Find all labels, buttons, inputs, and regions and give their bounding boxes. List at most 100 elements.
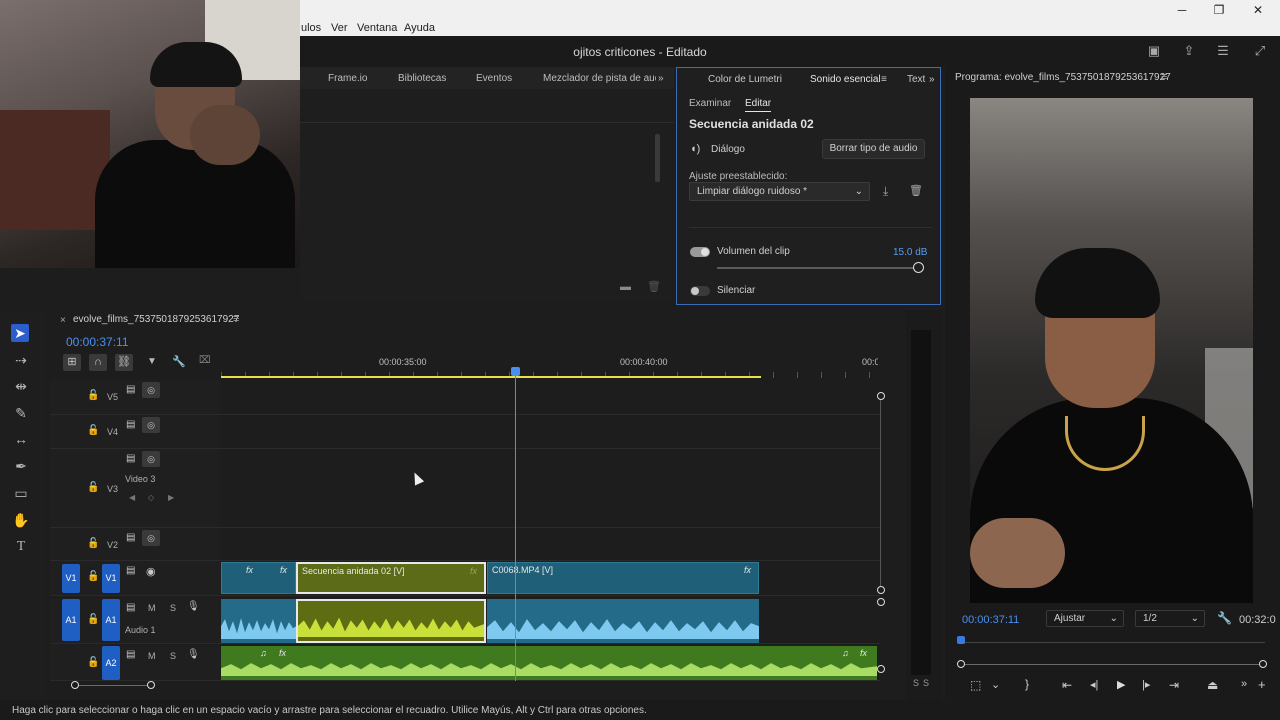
solo-right[interactable]: S (923, 678, 929, 688)
fit-select[interactable]: Ajustar ⌄ (1046, 610, 1124, 627)
razor-tool-icon[interactable]: ✎ (12, 404, 30, 422)
share-icon[interactable]: ⇪ (1181, 44, 1197, 58)
minimize-icon[interactable]: ─ (1174, 2, 1190, 18)
track-select-tool-icon[interactable]: ⇢ (12, 351, 30, 369)
source-patch-v1[interactable]: V1 (62, 564, 80, 593)
ripple-edit-tool-icon[interactable]: ⇹ (12, 377, 30, 395)
zoom-handle-right[interactable] (147, 681, 155, 689)
clip-c0068[interactable]: C0068.MP4 [V] fx (487, 562, 759, 594)
clip-volume-value[interactable]: 15.0 dB (893, 247, 927, 258)
sync-lock-icon[interactable]: ▤ (126, 419, 135, 430)
playhead-handle[interactable] (511, 367, 520, 376)
prev-keyframe-icon[interactable]: ◀ (129, 493, 135, 502)
menu-window[interactable]: Ventana (357, 22, 397, 34)
captions-icon[interactable]: ⌧ (199, 355, 211, 366)
slip-tool-icon[interactable]: ↔ (12, 430, 30, 448)
step-back-icon[interactable]: ◂| (1090, 678, 1098, 691)
more-tabs-icon[interactable]: » (929, 74, 935, 85)
zoom-handle-left[interactable] (957, 660, 965, 668)
rectangle-tool-icon[interactable]: ▭ (12, 484, 30, 502)
timeline-timecode[interactable]: 00:00:37:11 (66, 335, 129, 349)
tab-frameio[interactable]: Frame.io (328, 73, 367, 84)
tab-events[interactable]: Eventos (476, 73, 512, 84)
go-to-out-icon[interactable]: ⇥ (1169, 678, 1179, 692)
go-to-in-icon[interactable]: ⇤ (1062, 678, 1072, 692)
eye-hidden-icon[interactable]: ◎ (142, 417, 160, 433)
eye-hidden-icon[interactable]: ◎ (142, 382, 160, 398)
chevron-down-icon[interactable]: ⌄ (991, 678, 1000, 691)
track-label-a1[interactable]: A1 (102, 599, 120, 641)
nest-icon[interactable]: ⊞ (63, 354, 81, 371)
clip-c0068-audio[interactable] (487, 599, 759, 643)
mute-track-button[interactable]: M (148, 603, 156, 613)
close-tab-icon[interactable]: × (60, 315, 66, 326)
horizontal-zoom-bar[interactable] (75, 685, 151, 686)
pen-tool-icon[interactable]: ✒ (12, 457, 30, 475)
clip-volume-slider[interactable] (717, 267, 917, 269)
clip-volume-slider-handle[interactable] (913, 262, 924, 273)
work-area-bar[interactable] (221, 376, 761, 378)
sync-lock-icon[interactable]: ▤ (126, 602, 135, 613)
lock-icon[interactable]: 🔓 (87, 482, 99, 493)
tab-libraries[interactable]: Bibliotecas (398, 73, 446, 84)
track-label-v1[interactable]: V1 (102, 564, 120, 593)
clip-volume-toggle[interactable] (690, 247, 710, 257)
tab-audio-mixer[interactable]: Mezclador de pista de audio (543, 73, 656, 84)
workspaces-icon[interactable]: ☰ (1215, 44, 1231, 58)
zoom-handle-right[interactable] (1259, 660, 1267, 668)
track-label-a2[interactable]: A2 (102, 646, 120, 680)
zoom-bar[interactable] (961, 664, 1263, 665)
source-patch-a1[interactable]: A1 (62, 599, 80, 641)
linked-selection-icon[interactable]: ⛓ (115, 354, 133, 371)
clip-music[interactable]: ♫ fx ♫ fx (221, 646, 877, 680)
solo-track-button[interactable]: S (170, 651, 176, 661)
lock-icon[interactable]: 🔓 (87, 390, 99, 401)
eye-icon[interactable]: ◉ (146, 565, 156, 578)
wrench-icon[interactable]: 🔧 (1217, 611, 1232, 625)
panel-menu-icon[interactable]: ≡ (233, 313, 239, 325)
sync-lock-icon[interactable]: ▤ (126, 453, 135, 464)
mute-track-button[interactable]: M (148, 651, 156, 661)
trash-icon[interactable]: 🗑 (647, 280, 661, 293)
step-forward-icon[interactable]: |▸ (1142, 678, 1150, 691)
sync-lock-icon[interactable]: ▤ (126, 532, 135, 543)
selection-tool-icon[interactable]: ➤ (11, 324, 29, 342)
subtab-browse[interactable]: Examinar (689, 98, 731, 109)
vertical-scrollbar[interactable] (880, 396, 881, 586)
subtab-edit[interactable]: Editar (745, 98, 772, 112)
sync-lock-icon[interactable]: ▤ (126, 649, 135, 660)
playhead-marker[interactable] (957, 636, 965, 644)
safe-margins-icon[interactable]: ⬚ (970, 678, 981, 692)
tab-lumetri-color[interactable]: Color de Lumetri (708, 74, 782, 85)
lift-icon[interactable]: ⏏ (1207, 678, 1218, 692)
delete-preset-icon[interactable]: 🗑 (909, 184, 923, 197)
lock-icon[interactable]: 🔓 (87, 657, 99, 668)
clip-nested-sequence[interactable]: Secuencia anidada 02 [V] fx (296, 562, 486, 594)
scroll-handle-bottom[interactable] (877, 586, 885, 594)
wrench-icon[interactable]: 🔧 (172, 355, 186, 368)
more-tabs-icon[interactable]: » (658, 73, 664, 84)
tab-text[interactable]: Text (907, 74, 925, 85)
mark-out-icon[interactable]: } (1025, 677, 1029, 691)
menu-help[interactable]: Ayuda (404, 22, 435, 34)
eye-hidden-icon[interactable]: ◎ (142, 451, 160, 467)
clip-v1-a[interactable]: fx fx (221, 562, 296, 594)
lock-icon[interactable]: 🔓 (87, 538, 99, 549)
more-controls-icon[interactable]: » (1241, 678, 1247, 690)
panel-scrollbar[interactable] (655, 134, 660, 182)
track-name-v3[interactable]: Video 3 (125, 474, 155, 484)
zoom-handle-left[interactable] (71, 681, 79, 689)
menu-view[interactable]: Ver (331, 22, 348, 34)
snap-icon[interactable]: ∩ (89, 354, 107, 371)
sequence-tab[interactable]: evolve_films_7537501879253617927 (73, 314, 239, 325)
menu-titles[interactable]: ulos (301, 22, 321, 34)
play-icon[interactable]: ▶ (1117, 678, 1125, 691)
microphone-icon[interactable]: 🎙 (187, 649, 200, 660)
add-marker-icon[interactable]: ▼ (147, 356, 157, 367)
eye-hidden-icon[interactable]: ◎ (142, 530, 160, 546)
sync-lock-icon[interactable]: ▤ (126, 384, 135, 395)
type-tool-icon[interactable]: T (12, 538, 30, 556)
lock-icon[interactable]: 🔓 (87, 614, 99, 625)
solo-track-button[interactable]: S (170, 603, 176, 613)
fullscreen-icon[interactable]: ⤢ (1252, 44, 1268, 58)
